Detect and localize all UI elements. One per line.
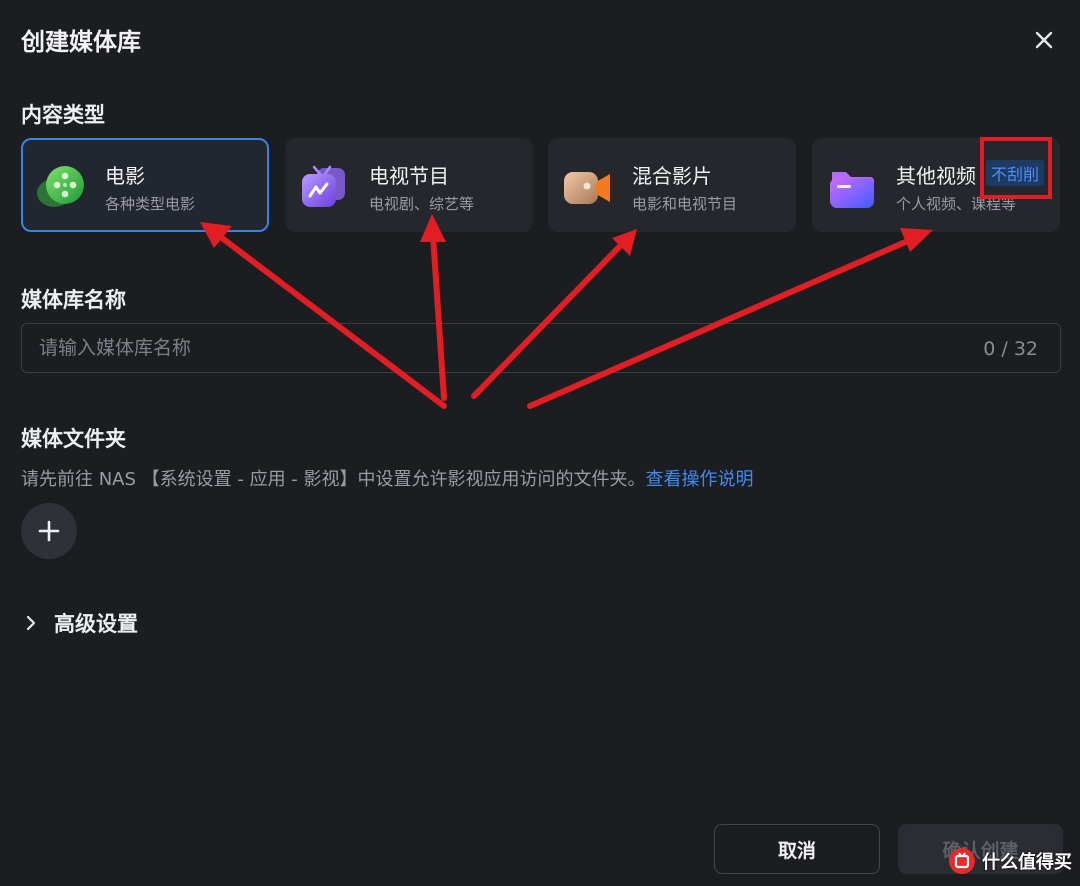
- content-type-label: 内容类型: [21, 103, 105, 127]
- confirm-create-button[interactable]: 确认创建: [898, 824, 1063, 874]
- card-name: 混合影片: [632, 164, 712, 188]
- add-folder-button[interactable]: [21, 503, 77, 559]
- annotation-arrow: [430, 233, 447, 401]
- movie-reel-icon: [37, 166, 84, 207]
- annotation-arrows: [200, 214, 933, 409]
- close-icon: [1035, 31, 1053, 49]
- card-desc: 个人视频、课程等: [896, 195, 1017, 213]
- tv-icon: [302, 165, 345, 207]
- content-type-card-other[interactable]: 其他视频 不刮削 个人视频、课程等: [812, 138, 1060, 232]
- advanced-settings-label: 高级设置: [54, 612, 138, 636]
- card-desc: 电视剧、综艺等: [369, 195, 475, 213]
- cancel-button[interactable]: 取消: [714, 824, 880, 874]
- plus-icon: [38, 520, 60, 542]
- library-name-field: 0 / 32: [21, 323, 1061, 373]
- video-camera-icon: [564, 172, 610, 204]
- media-folder-label: 媒体文件夹: [21, 427, 126, 451]
- content-type-card-mixed[interactable]: 混合影片 电影和电视节目: [548, 138, 796, 232]
- view-instructions-link[interactable]: 查看操作说明: [646, 469, 754, 490]
- card-name: 其他视频: [896, 164, 976, 188]
- card-name: 电视节目: [369, 164, 449, 188]
- card-desc: 各种类型电影: [105, 195, 196, 213]
- chevron-right-icon: [26, 615, 36, 631]
- media-folder-hint: 请先前往 NAS 【系统设置 - 应用 - 影视】中设置允许影视应用访问的文件夹…: [21, 465, 754, 491]
- folder-icon: [830, 172, 874, 208]
- content-type-card-movie[interactable]: 电影 各种类型电影: [21, 138, 269, 232]
- annotation-arrow: [219, 235, 447, 409]
- content-type-card-tv[interactable]: 电视节目 电视剧、综艺等: [285, 138, 533, 232]
- content-type-cards: 电影 各种类型电影 电视节目 电视剧、综艺等 混合影片 电影和电视节目 其他视频…: [21, 138, 1061, 234]
- card-name: 电影: [105, 164, 145, 188]
- hint-text: 请先前往 NAS 【系统设置 - 应用 - 影视】中设置允许影视应用访问的文件夹…: [21, 469, 646, 490]
- dialog-title: 创建媒体库: [21, 28, 141, 56]
- no-scrape-badge: 不刮削: [986, 160, 1045, 186]
- advanced-settings-toggle[interactable]: 高级设置: [22, 608, 138, 638]
- close-button[interactable]: [1030, 26, 1058, 54]
- library-name-label: 媒体库名称: [21, 288, 126, 312]
- char-counter: 0 / 32: [983, 338, 1038, 360]
- card-desc: 电影和电视节目: [632, 195, 738, 213]
- library-name-input[interactable]: [22, 324, 939, 372]
- annotation-arrow: [471, 241, 625, 399]
- create-library-dialog: 创建媒体库 内容类型 电影 各种类型电影 电视节目 电视剧、综艺等 混合影片 电…: [0, 0, 1080, 886]
